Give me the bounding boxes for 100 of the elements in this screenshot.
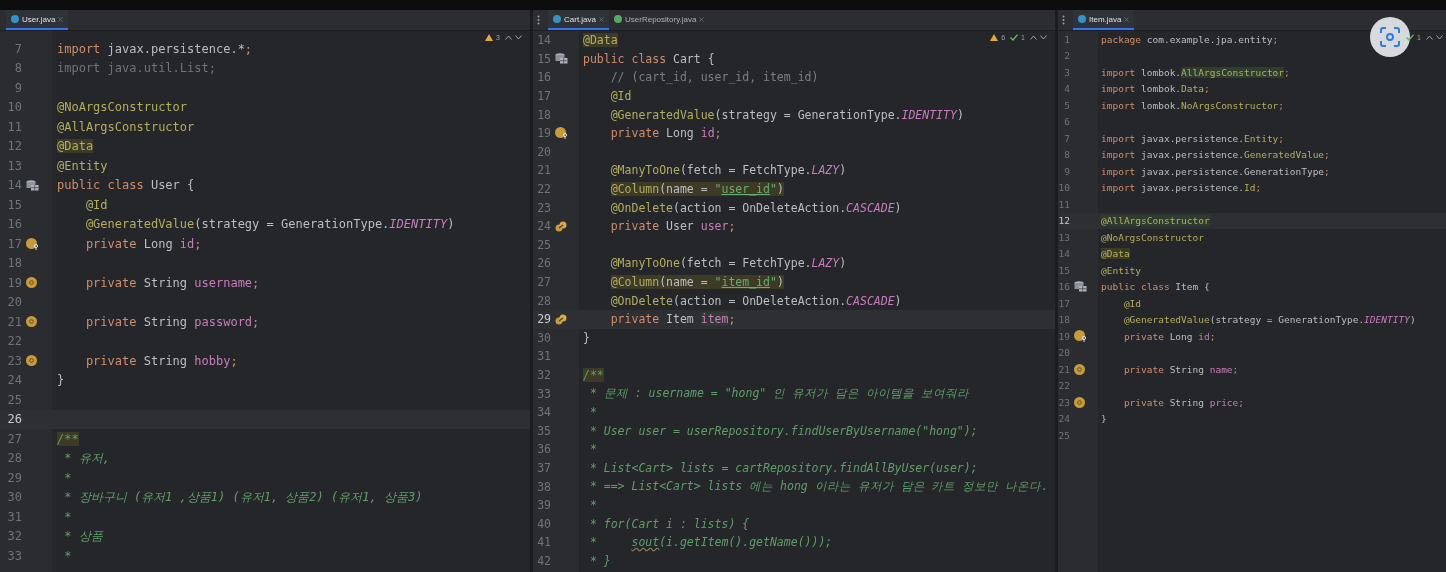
line-number: 6 bbox=[1063, 116, 1070, 128]
line-number: 11 bbox=[1058, 198, 1070, 210]
more-icon[interactable] bbox=[1062, 15, 1065, 25]
code-line: * } bbox=[588, 553, 611, 568]
line-number: 38 bbox=[536, 479, 551, 494]
database-table-icon[interactable] bbox=[555, 53, 568, 65]
code-line: package com.example.jpa.entity; bbox=[1101, 33, 1279, 45]
chevron-up-icon[interactable] bbox=[505, 35, 512, 40]
field-icon[interactable] bbox=[1074, 396, 1085, 408]
code-line: private String name; bbox=[1122, 363, 1239, 375]
line-number: 27 bbox=[536, 275, 551, 289]
code-line: private User user; bbox=[609, 219, 736, 234]
field-icon[interactable] bbox=[26, 355, 37, 367]
line-number: 21 bbox=[1058, 363, 1070, 375]
code-line: public class Item { bbox=[1101, 281, 1210, 293]
line-number: 37 bbox=[536, 460, 551, 475]
key-field-icon[interactable] bbox=[555, 127, 568, 140]
database-table-icon[interactable] bbox=[1074, 281, 1087, 293]
code-line: @Id bbox=[1122, 297, 1142, 309]
line-number: 10 bbox=[1058, 182, 1070, 194]
close-icon[interactable] bbox=[599, 16, 604, 22]
code-line: import javax.persistence.GeneratedValue; bbox=[1101, 149, 1330, 161]
line-number: 31 bbox=[6, 509, 22, 524]
line-number: 42 bbox=[536, 553, 551, 568]
line-number: 27 bbox=[6, 431, 22, 446]
code-line: @Column(name = "item_id") bbox=[609, 275, 784, 289]
line-number: 29 bbox=[6, 470, 22, 485]
line-number: 32 bbox=[6, 529, 22, 544]
link-icon[interactable] bbox=[555, 220, 567, 232]
line-number: 16 bbox=[6, 217, 22, 232]
line-number: 15 bbox=[536, 51, 551, 66]
chevron-up-icon[interactable] bbox=[1426, 35, 1433, 40]
line-number: 33 bbox=[536, 386, 551, 401]
line-number: 22 bbox=[536, 182, 551, 197]
line-number: 13 bbox=[6, 158, 22, 173]
line-number: 41 bbox=[536, 535, 551, 550]
line-number: 33 bbox=[6, 548, 22, 563]
code-line: private String price; bbox=[1122, 396, 1245, 408]
file-tab[interactable]: User.java bbox=[6, 10, 69, 30]
line-number: 32 bbox=[536, 368, 551, 382]
code-line: * 유저, bbox=[63, 449, 110, 467]
key-field-icon[interactable] bbox=[1074, 330, 1087, 343]
code-line: * bbox=[63, 548, 72, 563]
chevron-down-icon[interactable] bbox=[515, 35, 522, 40]
line-number: 40 bbox=[536, 516, 551, 531]
line-number: 17 bbox=[6, 236, 22, 251]
code-line: import javax.persistence.Entity; bbox=[1101, 132, 1285, 144]
code-line: * bbox=[63, 470, 72, 485]
line-number: 13 bbox=[1058, 231, 1070, 243]
chevron-down-icon[interactable] bbox=[1436, 35, 1443, 40]
line-number: 35 bbox=[536, 423, 551, 438]
line-number: 12 bbox=[1058, 215, 1070, 227]
warning-icon bbox=[485, 34, 494, 41]
code-line: @GeneratedValue(strategy = GenerationType.IDENTITY) bbox=[609, 107, 964, 122]
database-table-icon[interactable] bbox=[26, 179, 39, 191]
close-icon[interactable] bbox=[699, 16, 705, 22]
code-line: private String password; bbox=[84, 314, 260, 329]
code-line: * sout(i.getItem().getName())); bbox=[588, 535, 833, 550]
line-number: 18 bbox=[1058, 314, 1070, 326]
line-number: 24 bbox=[1058, 413, 1070, 425]
line-number: 24 bbox=[536, 219, 551, 234]
line-number: 25 bbox=[1058, 429, 1070, 441]
link-icon[interactable] bbox=[555, 313, 567, 325]
line-number: 29 bbox=[536, 312, 551, 327]
line-number: 9 bbox=[1063, 165, 1070, 177]
code-line: * 문제 : username = "hong" 인 유저가 담은 아이템을 보여줘라 bbox=[588, 386, 969, 402]
line-number: 12 bbox=[6, 139, 22, 154]
class-icon bbox=[11, 15, 19, 23]
line-number: 14 bbox=[1058, 248, 1070, 260]
code-line: * for(Cart i : lists) { bbox=[588, 516, 750, 531]
line-number: 9 bbox=[13, 80, 22, 95]
file-tab[interactable]: Item.java bbox=[1073, 10, 1135, 30]
line-number: 3 bbox=[1063, 66, 1070, 78]
field-icon[interactable] bbox=[26, 277, 37, 289]
line-number: 22 bbox=[6, 334, 22, 349]
line-number: 19 bbox=[1058, 330, 1070, 342]
code-line: * 상품 bbox=[63, 527, 103, 545]
field-icon[interactable] bbox=[26, 316, 37, 328]
file-tab[interactable]: Cart.java bbox=[548, 10, 609, 30]
code-line: public class User { bbox=[57, 178, 195, 193]
more-icon[interactable] bbox=[537, 15, 540, 25]
code-line: public class Cart { bbox=[583, 51, 715, 66]
chevron-up-icon[interactable] bbox=[1030, 35, 1037, 40]
code-line: @Entity bbox=[1101, 264, 1142, 276]
key-field-icon[interactable] bbox=[26, 237, 39, 250]
code-line: @ManyToOne(fetch = FetchType.LAZY) bbox=[609, 256, 847, 271]
line-number: 21 bbox=[536, 163, 551, 178]
field-icon[interactable] bbox=[1074, 363, 1085, 375]
line-number: 11 bbox=[6, 119, 22, 134]
line-number: 30 bbox=[6, 490, 22, 505]
line-number: 18 bbox=[6, 256, 22, 271]
file-tab[interactable]: UserRepository.java bbox=[609, 10, 710, 30]
line-number: 26 bbox=[6, 412, 22, 427]
code-line: @OnDelete(action = OnDeleteAction.CASCADE) bbox=[609, 293, 902, 308]
chevron-down-icon[interactable] bbox=[1040, 35, 1047, 40]
line-number: 7 bbox=[1063, 132, 1070, 144]
code-line: import javax.persistence.GenerationType; bbox=[1101, 165, 1330, 177]
line-number: 24 bbox=[6, 373, 22, 388]
code-line: } bbox=[57, 373, 65, 388]
line-number: 17 bbox=[536, 89, 551, 104]
